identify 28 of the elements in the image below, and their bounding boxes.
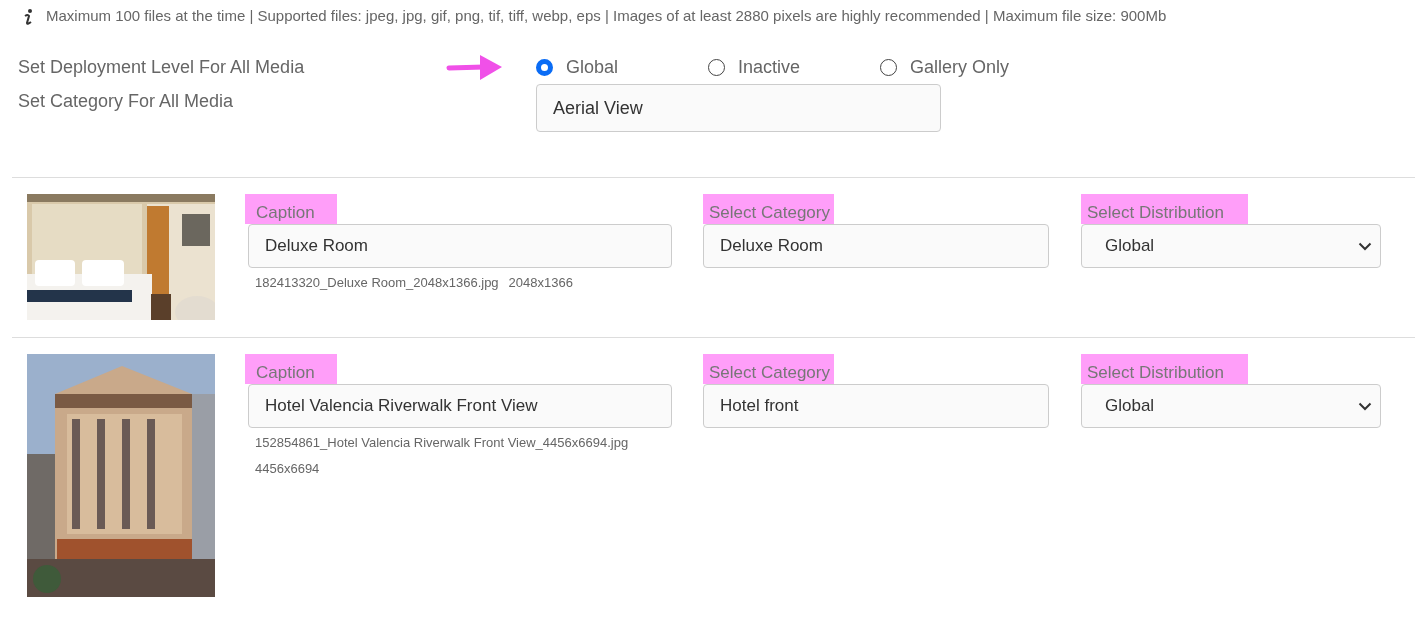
image-dimensions: 4456x6694	[255, 460, 320, 478]
distribution-select[interactable]: Global	[1081, 224, 1381, 268]
field-label: Caption	[245, 354, 337, 384]
caption-input[interactable]: Hotel Valencia Riverwalk Front View	[248, 384, 672, 428]
file-name: 182413320_Deluxe Room_2048x1366.jpg	[255, 274, 499, 292]
chevron-down-icon	[1358, 241, 1372, 251]
field-label: Caption	[245, 194, 337, 224]
field-label: Select Distribution	[1081, 354, 1248, 384]
file-name: 152854861_Hotel Valencia Riverwalk Front View_4456x6694.jpg	[255, 434, 629, 452]
field-label: Select Category	[703, 194, 834, 224]
radio-button[interactable]	[536, 58, 553, 76]
category-input[interactable]: Aerial View	[536, 84, 941, 132]
category-input[interactable]: Hotel front	[703, 384, 1049, 428]
arrow-icon	[446, 52, 504, 82]
info-icon	[24, 7, 34, 26]
caption-input[interactable]: Deluxe Room	[248, 224, 672, 268]
category-input[interactable]: Deluxe Room	[703, 224, 1049, 268]
info-text: Maximum 100 files at the time | Supported files: jpeg, jpg, gif, png, tif, tiff, webp, eps | Images of at least 2880 pixels are highly recommended | Maximum file size: 900Mb	[46, 6, 1167, 27]
radio-option[interactable]: Gallery Only	[880, 53, 1010, 81]
distribution-select[interactable]: Global	[1081, 384, 1381, 428]
field-label: Select Distribution	[1081, 194, 1248, 224]
field-label: Set Deployment Level For All Media	[18, 55, 306, 79]
radio-option[interactable]: Global	[536, 53, 708, 81]
field-label: Set Category For All Media	[18, 90, 235, 113]
image-dimensions: 2048x1366	[508, 274, 573, 292]
radio-option[interactable]: Inactive	[708, 53, 880, 81]
field-label: Select Category	[703, 354, 834, 384]
chevron-down-icon	[1358, 401, 1372, 411]
